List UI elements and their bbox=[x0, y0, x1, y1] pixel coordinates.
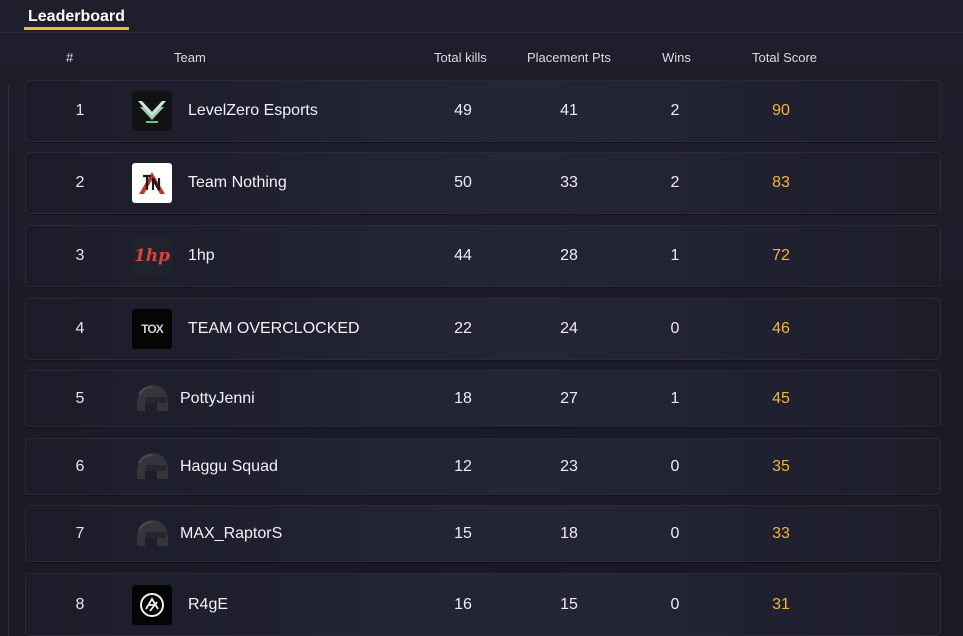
wins-cell: 0 bbox=[670, 320, 680, 337]
table-header: # Team Total kills Placement Pts Wins To… bbox=[24, 44, 942, 72]
placement-pts-cell: 41 bbox=[560, 102, 578, 119]
wins-cell: 0 bbox=[670, 524, 680, 542]
wins-cell: 1 bbox=[670, 247, 680, 264]
column-header-total-kills: Total kills bbox=[434, 50, 487, 65]
wins-cell: 1 bbox=[670, 389, 680, 407]
rank-cell: 3 bbox=[75, 247, 85, 264]
placement-pts-cell: 27 bbox=[560, 389, 578, 407]
total-score-cell: 35 bbox=[772, 457, 790, 475]
table-row[interactable]: 6 Haggu Squad 12 23 0 35 bbox=[25, 438, 941, 495]
tab-bar: Leaderboard bbox=[0, 0, 963, 33]
team-name-cell: TEAM OVERCLOCKED bbox=[188, 320, 360, 337]
wins-cell: 0 bbox=[670, 595, 680, 613]
team-name-cell: 1hp bbox=[188, 247, 215, 264]
total-score-cell: 46 bbox=[772, 320, 790, 337]
total-kills-cell: 49 bbox=[454, 102, 472, 119]
rank-cell: 8 bbox=[75, 595, 85, 613]
total-score-cell: 72 bbox=[772, 247, 790, 264]
team-name-cell: Haggu Squad bbox=[180, 457, 278, 475]
placement-pts-cell: 28 bbox=[560, 247, 578, 264]
rank-cell: 1 bbox=[75, 102, 85, 119]
placement-pts-cell: 18 bbox=[560, 524, 578, 542]
wins-cell: 2 bbox=[670, 174, 680, 191]
rank-cell: 7 bbox=[75, 524, 85, 542]
team-name-cell: PottyJenni bbox=[180, 389, 255, 407]
column-header-placement-pts: Placement Pts bbox=[527, 50, 611, 65]
total-score-cell: 31 bbox=[772, 595, 790, 613]
placement-pts-cell: 24 bbox=[560, 320, 578, 337]
total-kills-cell: 12 bbox=[454, 457, 472, 475]
total-kills-cell: 18 bbox=[454, 389, 472, 407]
column-header-wins: Wins bbox=[662, 50, 691, 65]
total-score-cell: 83 bbox=[772, 174, 790, 191]
rank-cell: 6 bbox=[75, 457, 85, 475]
placement-pts-cell: 15 bbox=[560, 595, 578, 613]
total-kills-cell: 16 bbox=[454, 595, 472, 613]
helmet-icon bbox=[132, 514, 172, 554]
team-name-cell: Team Nothing bbox=[188, 174, 287, 191]
table-row[interactable]: 1 LevelZero Esports 49 41 2 90 bbox=[25, 80, 941, 142]
team-nothing-logo bbox=[132, 163, 172, 203]
rank-cell: 5 bbox=[75, 389, 85, 407]
total-kills-cell: 15 bbox=[454, 524, 472, 542]
wins-cell: 0 bbox=[670, 457, 680, 475]
wins-cell: 2 bbox=[670, 102, 680, 119]
rank-cell: 4 bbox=[75, 320, 85, 337]
total-score-cell: 90 bbox=[772, 102, 790, 119]
total-kills-cell: 50 bbox=[454, 174, 472, 191]
total-kills-cell: 22 bbox=[454, 320, 472, 337]
column-header-total-score: Total Score bbox=[752, 50, 818, 65]
left-divider bbox=[8, 84, 9, 636]
placement-pts-cell: 33 bbox=[560, 174, 578, 191]
total-kills-cell: 44 bbox=[454, 247, 472, 264]
team-name-cell: MAX_RaptorS bbox=[180, 524, 283, 542]
column-header-team: Team bbox=[174, 50, 206, 65]
placement-pts-cell: 23 bbox=[560, 457, 578, 475]
team-name-cell: LevelZero Esports bbox=[188, 102, 318, 119]
leaderboard-page: Leaderboard # Team Total kills Placement… bbox=[0, 0, 963, 636]
1hp-logo: 1hp bbox=[132, 236, 172, 276]
table-row[interactable]: 8 R4gE 16 15 0 31 bbox=[25, 573, 941, 636]
total-score-cell: 33 bbox=[772, 524, 790, 542]
table-row[interactable]: 7 MAX_RaptorS 15 18 0 33 bbox=[25, 505, 941, 562]
levelzero-logo bbox=[132, 91, 172, 131]
table-row[interactable]: 4 TOX TEAM OVERCLOCKED 22 24 0 46 bbox=[25, 298, 941, 360]
team-name-cell: R4gE bbox=[188, 595, 229, 613]
table-row[interactable]: 3 1hp 1hp 44 28 1 72 bbox=[25, 225, 941, 287]
overclocked-logo: TOX bbox=[132, 309, 172, 349]
helmet-icon bbox=[132, 379, 172, 419]
column-header-rank: # bbox=[66, 50, 74, 65]
table-row[interactable]: 5 PottyJenni 18 27 1 45 bbox=[25, 370, 941, 427]
helmet-icon bbox=[132, 447, 172, 487]
tab-leaderboard[interactable]: Leaderboard bbox=[24, 6, 129, 30]
total-score-cell: 45 bbox=[772, 389, 790, 407]
rank-cell: 2 bbox=[75, 174, 85, 191]
table-row[interactable]: 2 Team Nothing 50 33 2 83 bbox=[25, 152, 941, 214]
r4ge-logo bbox=[132, 584, 172, 625]
